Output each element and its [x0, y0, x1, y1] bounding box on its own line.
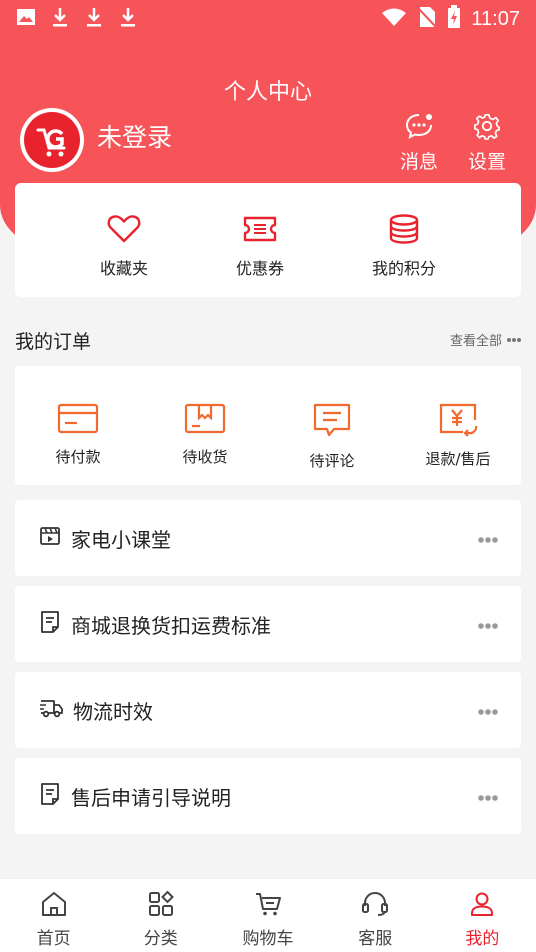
headset-icon: [361, 892, 389, 922]
tab-label: 客服: [358, 929, 393, 949]
tab-category[interactable]: 分类: [107, 879, 214, 952]
heart-icon: [107, 215, 141, 249]
tab-label: 分类: [143, 929, 178, 949]
view-all-orders-link[interactable]: 查看全部: [450, 330, 522, 349]
page-title: 个人中心: [223, 80, 312, 105]
order-pending-review[interactable]: 待评论: [277, 402, 387, 471]
document-icon: [39, 610, 61, 638]
tab-label: 首页: [36, 929, 71, 949]
quick-link-label: 优惠券: [235, 259, 284, 278]
order-pending-payment[interactable]: 待付款: [23, 402, 133, 467]
login-prompt[interactable]: 未登录: [97, 118, 172, 154]
tab-customer-service[interactable]: 客服: [322, 879, 429, 952]
quick-link-favorites[interactable]: 收藏夹: [64, 213, 184, 279]
video-icon: [39, 525, 61, 551]
coins-icon: [387, 214, 421, 249]
logo-icon: [24, 112, 80, 168]
quick-link-label: 我的积分: [371, 259, 436, 278]
menu-row-return-shipping-fee[interactable]: 商城退换货扣运费标准: [15, 586, 521, 662]
menu-row-label: 商城退换货扣运费标准: [71, 613, 271, 638]
quick-links-card: 收藏夹 优惠券 我的积分: [15, 183, 521, 297]
package-icon: [184, 403, 226, 440]
no-sim-icon: [417, 6, 438, 32]
truck-icon: [39, 697, 63, 723]
menu-row-label: 物流时效: [73, 699, 153, 724]
orders-card: 待付款 待收货 待评论 退款/售后: [15, 366, 521, 485]
download-icon: [50, 6, 70, 32]
order-status-label: 待付款: [55, 448, 101, 466]
menu-row-logistics-time[interactable]: 物流时效: [15, 672, 521, 748]
order-status-label: 退款/售后: [425, 450, 491, 468]
message-icon: [404, 114, 434, 145]
tab-mine[interactable]: 我的: [429, 879, 536, 952]
more-dots-icon[interactable]: [477, 787, 499, 806]
tab-label: 我的: [465, 929, 500, 949]
tab-label: 购物车: [242, 929, 294, 949]
more-dots-icon[interactable]: [477, 615, 499, 634]
wifi-icon: [381, 7, 407, 31]
document-icon: [39, 782, 61, 810]
battery-icon: [447, 5, 461, 33]
user-icon: [468, 892, 496, 922]
menu-row-appliance-class[interactable]: 家电小课堂: [15, 500, 521, 576]
comment-icon: [311, 403, 353, 444]
status-bar: 11:07: [0, 0, 536, 38]
cart-icon: [254, 893, 282, 922]
quick-link-coupons[interactable]: 优惠券: [200, 213, 320, 279]
order-pending-receipt[interactable]: 待收货: [150, 402, 260, 467]
settings-label: 设置: [467, 151, 506, 173]
coupon-icon: [242, 216, 278, 249]
image-notification-icon: [16, 7, 36, 31]
tab-home[interactable]: 首页: [0, 879, 107, 952]
download-icon: [84, 6, 104, 32]
messages-button[interactable]: 消息: [394, 112, 444, 174]
menu-row-aftersale-guide[interactable]: 售后申请引导说明: [15, 758, 521, 834]
more-dots-icon[interactable]: [477, 529, 499, 548]
order-refund-aftersale[interactable]: 退款/售后: [403, 402, 513, 469]
order-status-label: 待收货: [182, 448, 228, 466]
more-dots-icon: [506, 332, 522, 347]
home-icon: [40, 892, 68, 922]
quick-link-points[interactable]: 我的积分: [344, 213, 464, 279]
card-icon: [57, 403, 99, 440]
settings-button[interactable]: 设置: [462, 112, 512, 174]
menu-row-label: 售后申请引导说明: [71, 785, 231, 810]
messages-label: 消息: [399, 151, 438, 173]
tab-cart[interactable]: 购物车: [214, 879, 321, 952]
quick-link-label: 收藏夹: [99, 259, 148, 278]
gear-icon: [472, 113, 502, 145]
avatar[interactable]: [20, 108, 84, 172]
category-icon: [147, 890, 175, 922]
download-icon: [118, 6, 138, 32]
status-time: 11:07: [471, 7, 520, 30]
view-all-label: 查看全部: [449, 334, 502, 349]
more-dots-icon[interactable]: [477, 701, 499, 720]
orders-section-title: 我的订单: [15, 331, 92, 353]
refund-icon: [437, 403, 479, 442]
menu-row-label: 家电小课堂: [71, 527, 171, 552]
bottom-tab-bar: 首页 分类 购物车 客服 我的: [0, 878, 536, 952]
order-status-label: 待评论: [309, 452, 355, 470]
